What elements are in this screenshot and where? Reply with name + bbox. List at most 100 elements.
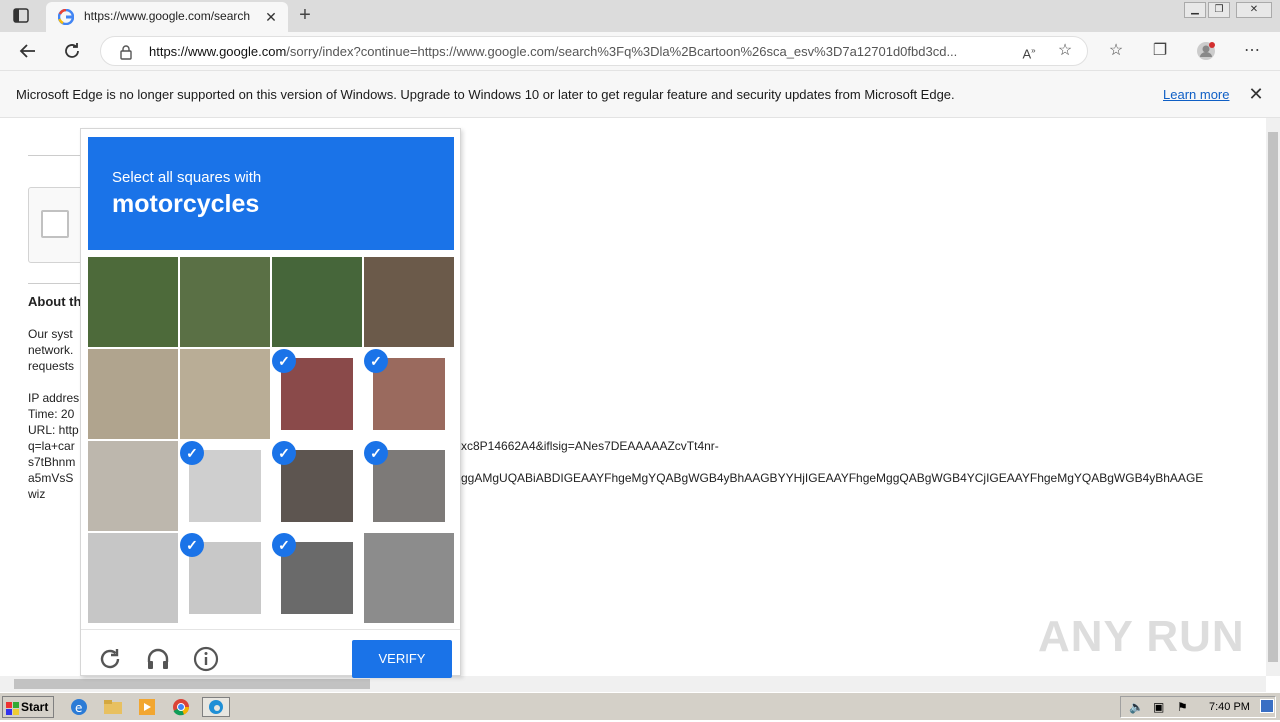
- action-center-icon[interactable]: ⚑: [1177, 700, 1188, 714]
- tile-image: [180, 257, 270, 347]
- more-menu-icon[interactable]: ⋯: [1242, 41, 1262, 61]
- navigation-bar: https://www.google.com/sorry/index?conti…: [0, 32, 1280, 70]
- banner-message: Microsoft Edge is no longer supported on…: [16, 87, 955, 102]
- captcha-tile[interactable]: [88, 441, 178, 531]
- chrome-icon[interactable]: [170, 697, 192, 717]
- url-path: /sorry/index?continue=https://www.google…: [286, 44, 958, 59]
- page-line: wiz: [28, 487, 46, 501]
- volume-icon[interactable]: 🔈: [1129, 700, 1144, 714]
- selected-checkmark-icon: ✓: [364, 441, 388, 465]
- browser-tab[interactable]: https://www.google.com/search ✕: [46, 2, 288, 32]
- read-aloud-icon[interactable]: A»: [1019, 41, 1039, 61]
- system-tray: 🔈 ▣ ⚑ 7:40 PM: [1120, 696, 1276, 718]
- captcha-header: Select all squares with motorcycles: [88, 137, 454, 250]
- captcha-tile[interactable]: [180, 349, 270, 439]
- address-bar[interactable]: https://www.google.com/sorry/index?conti…: [100, 36, 1088, 66]
- tile-image: [88, 257, 178, 347]
- page-line: requests: [28, 359, 75, 373]
- captcha-challenge: Select all squares with motorcycles ✓ ✓ ✓ ✓…: [80, 128, 461, 678]
- restore-button[interactable]: ❐: [1208, 2, 1230, 18]
- captcha-tile[interactable]: ✓: [364, 349, 454, 439]
- start-label: Start: [21, 700, 49, 714]
- captcha-tile[interactable]: [180, 257, 270, 347]
- captcha-footer: VERIFY: [81, 629, 460, 678]
- info-icon[interactable]: [193, 646, 219, 672]
- favorites-icon[interactable]: ☆: [1106, 41, 1126, 61]
- horizontal-scrollbar[interactable]: [0, 676, 1266, 692]
- collections-icon[interactable]: ❐: [1150, 41, 1170, 61]
- tile-image: [88, 349, 178, 439]
- captcha-tile[interactable]: ✓: [272, 533, 362, 623]
- tile-image: [88, 533, 178, 623]
- captcha-tile[interactable]: ✓: [364, 441, 454, 531]
- edge-icon[interactable]: [202, 697, 230, 717]
- scroll-thumb[interactable]: [14, 679, 370, 689]
- recaptcha-checkbox[interactable]: [41, 210, 69, 238]
- reload-icon[interactable]: [97, 646, 123, 672]
- profile-avatar-icon[interactable]: [1196, 41, 1216, 61]
- audio-challenge-icon[interactable]: [145, 646, 171, 672]
- url-host: https://www.google.com: [149, 44, 287, 59]
- selected-checkmark-icon: ✓: [180, 441, 204, 465]
- refresh-icon[interactable]: [62, 41, 82, 61]
- captcha-tile[interactable]: ✓: [272, 441, 362, 531]
- add-favorite-icon[interactable]: ☆: [1055, 41, 1075, 61]
- captcha-tile[interactable]: [88, 257, 178, 347]
- captcha-tile-grid: ✓ ✓ ✓ ✓ ✓ ✓ ✓: [88, 257, 454, 623]
- tab-actions-icon[interactable]: [10, 6, 32, 26]
- show-desktop-icon[interactable]: [1260, 699, 1274, 713]
- minimize-button[interactable]: ▁: [1184, 2, 1206, 18]
- clock[interactable]: 7:40 PM: [1209, 701, 1250, 713]
- tile-image: [88, 441, 178, 531]
- selected-checkmark-icon: ✓: [272, 441, 296, 465]
- internet-explorer-icon[interactable]: e: [68, 697, 90, 717]
- selected-checkmark-icon: ✓: [272, 533, 296, 557]
- verify-button[interactable]: VERIFY: [352, 640, 452, 678]
- recaptcha-widget: [28, 187, 88, 263]
- captcha-tile[interactable]: [364, 533, 454, 623]
- url-overflow-text: xc8P14662A4&iflsig=ANes7DEAAAAAZcvTt4nr-: [461, 439, 719, 453]
- captcha-target: motorcycles: [112, 190, 260, 218]
- banner-close-icon[interactable]: ✕: [1247, 85, 1265, 103]
- captcha-tile[interactable]: [88, 349, 178, 439]
- tab-title: https://www.google.com/search: [84, 9, 251, 23]
- google-favicon-icon: [57, 8, 75, 26]
- page-line: Time: 20: [28, 407, 75, 421]
- tile-image: [180, 349, 270, 439]
- taskbar: Start e 🔈 ▣ ⚑ 7:40 PM: [0, 692, 1280, 720]
- start-button[interactable]: Start: [2, 696, 54, 718]
- anyrun-watermark: ANY RUN: [1038, 612, 1245, 661]
- windows-flag-icon: [6, 701, 19, 715]
- url-overflow-text: ggAMgUQABiABDIGEAAYFhgeMgYQABgWGB4yBhAAG…: [461, 471, 1204, 485]
- captcha-tile[interactable]: [272, 257, 362, 347]
- network-icon[interactable]: ▣: [1153, 700, 1164, 714]
- page-line: URL: http: [28, 423, 79, 437]
- captcha-instruction: Select all squares with: [112, 169, 262, 186]
- captcha-tile[interactable]: ✓: [180, 441, 270, 531]
- selected-checkmark-icon: ✓: [364, 349, 388, 373]
- vertical-scrollbar[interactable]: [1266, 118, 1280, 676]
- tile-image: [364, 533, 454, 623]
- close-window-button[interactable]: ✕: [1236, 2, 1272, 18]
- captcha-tile[interactable]: ✓: [272, 349, 362, 439]
- back-arrow-icon[interactable]: [18, 41, 38, 61]
- new-tab-icon[interactable]: +: [295, 5, 315, 26]
- page-line: Our syst: [28, 327, 73, 341]
- media-player-icon[interactable]: [136, 697, 158, 717]
- file-explorer-icon[interactable]: [102, 697, 124, 717]
- selected-checkmark-icon: ✓: [180, 533, 204, 557]
- unsupported-banner: Microsoft Edge is no longer supported on…: [0, 70, 1280, 118]
- divider: [28, 155, 88, 156]
- url-text[interactable]: https://www.google.com/sorry/index?conti…: [149, 44, 1009, 59]
- about-heading: About th: [28, 294, 82, 309]
- learn-more-link[interactable]: Learn more: [1163, 87, 1229, 102]
- captcha-tile[interactable]: [364, 257, 454, 347]
- page-line: IP addres: [28, 391, 80, 405]
- page-line: s7tBhnm: [28, 455, 76, 469]
- scroll-thumb[interactable]: [1268, 132, 1278, 662]
- captcha-tile[interactable]: ✓: [180, 533, 270, 623]
- selected-checkmark-icon: ✓: [272, 349, 296, 373]
- lock-icon[interactable]: [119, 44, 133, 60]
- captcha-tile[interactable]: [88, 533, 178, 623]
- tab-close-icon[interactable]: ✕: [262, 8, 280, 26]
